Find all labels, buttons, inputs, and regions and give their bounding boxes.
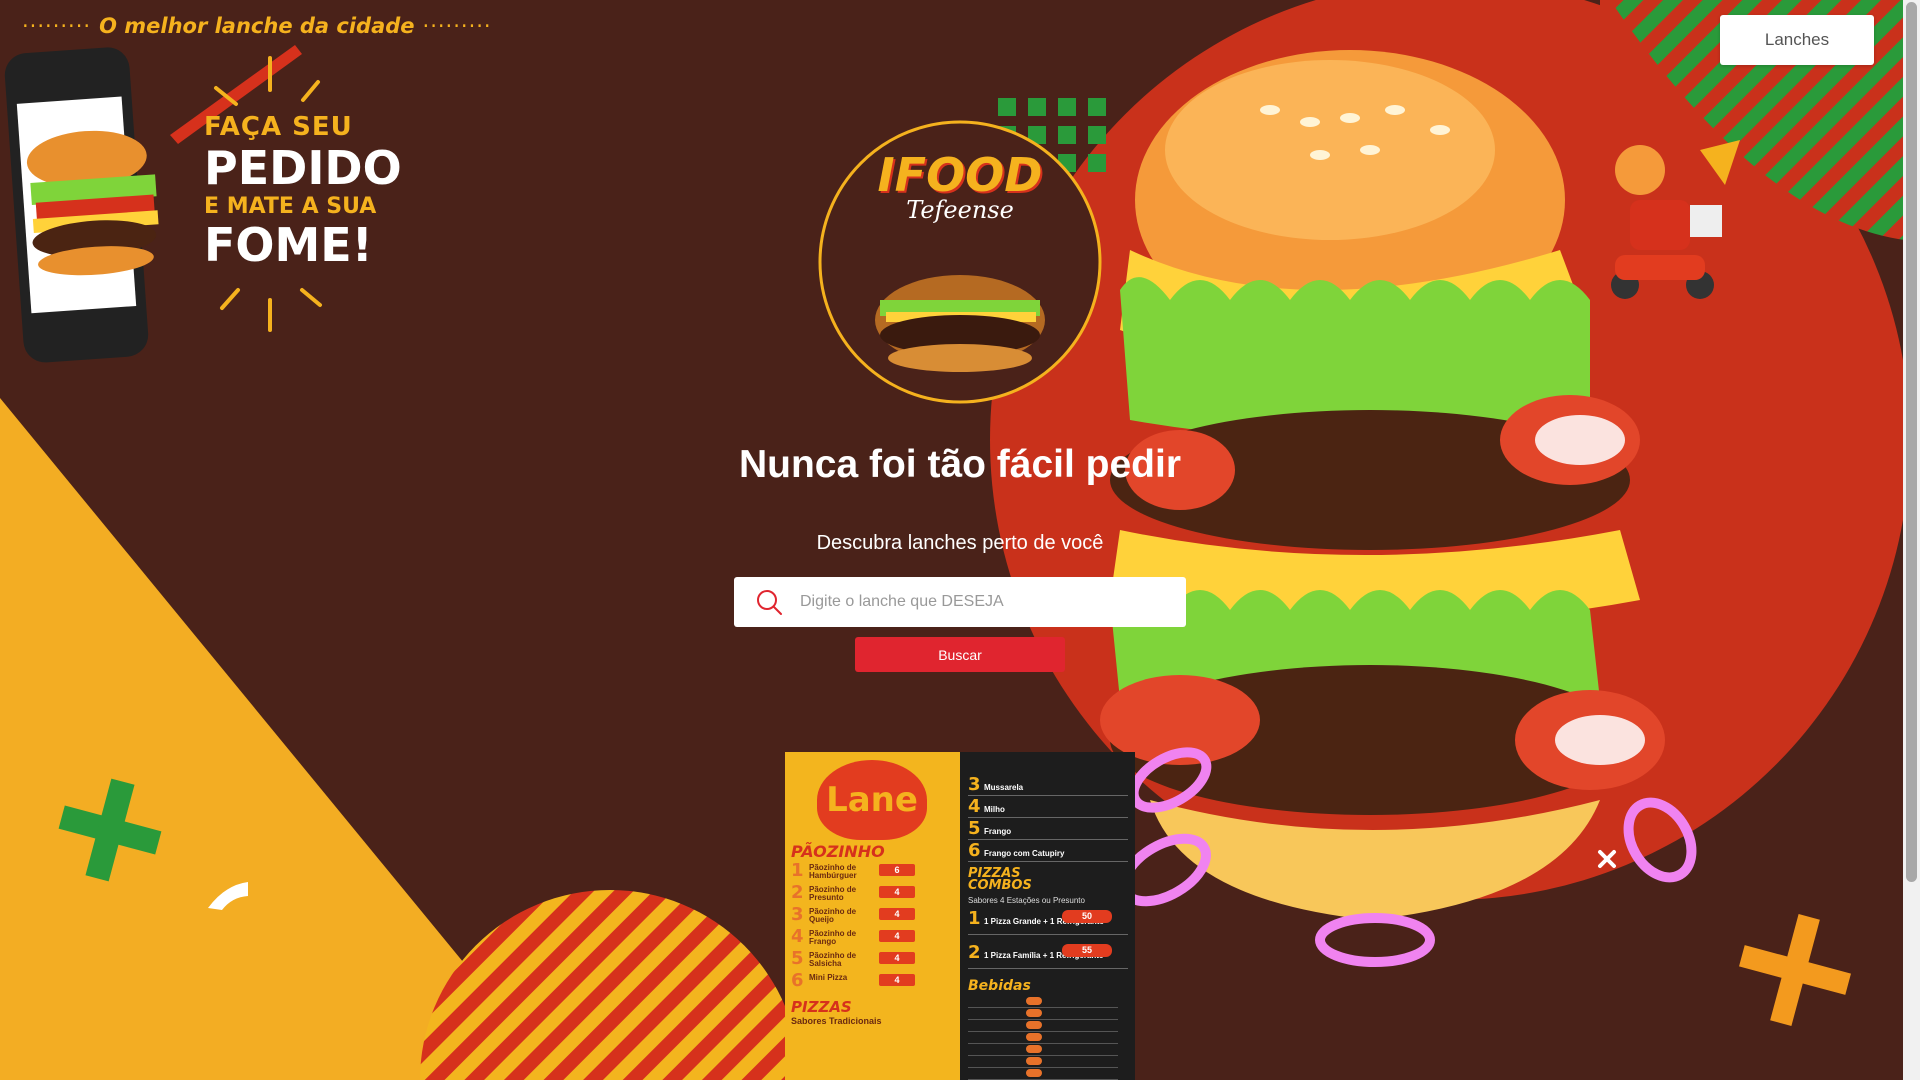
menu-beverage-row: [968, 1044, 1118, 1056]
menu-combo: 11 Pizza Grande + 1 Refrigerante 50: [968, 908, 1128, 935]
tagline: ········· O melhor lanche da cidade ······…: [14, 14, 500, 38]
search-icon: [757, 590, 782, 615]
menu-item: 6 Frango com Catupiry: [968, 840, 1128, 862]
menu-item: 3 Mussarela: [968, 774, 1128, 796]
menu-right-panel: 3 Mussarela 4 Milho 5 Frango 6 Frango com Ca…: [960, 752, 1135, 1080]
tagline-dots-right: ·········: [422, 14, 492, 38]
menu-brand-logo: Lane: [817, 760, 927, 840]
hero-title: Nunca foi tão fácil pedir: [738, 443, 1182, 486]
logo-brand: IFOOD: [877, 148, 1043, 202]
tagline-text: O melhor lanche da cidade: [99, 14, 415, 38]
menu-combo: 21 Pizza Família + 1 Refrigerante 55: [968, 942, 1128, 969]
menu-combos-subtitle: Sabores 4 Estações ou Presunto: [968, 896, 1085, 905]
menu-beverage-row: [968, 996, 1118, 1008]
menu-pizzas-subtitle: Sabores Tradicionais: [791, 1016, 882, 1026]
menu-section-combos: PIZZAS COMBOS: [968, 866, 1032, 893]
menu-section-pizzas: PIZZAS: [791, 998, 852, 1016]
menu-beverage-row: [968, 1020, 1118, 1032]
brand-logo: IFOOD Tefeense: [860, 148, 1060, 224]
menu-beverage-row: [968, 1068, 1118, 1080]
search-button[interactable]: Buscar: [855, 637, 1065, 672]
hero-subtitle: Descubra lanches perto de você: [816, 532, 1104, 554]
search-bar: [734, 577, 1186, 627]
menu-beverage-row: [968, 1008, 1118, 1020]
menu-section-paozinho: PÃOZINHO: [791, 842, 885, 861]
tagline-dots-left: ·········: [22, 14, 92, 38]
menu-item: 4 Pãozinho de Frango 4: [791, 926, 951, 948]
promo-banner: FAÇA SEU PEDIDO E MATE A SUA FOME!: [204, 112, 402, 271]
menu-item: 1 Pãozinho de Hambúrguer 6: [791, 860, 951, 882]
menu-item: 6 Mini Pizza 4: [791, 970, 951, 992]
menu-left-panel: Lane PÃOZINHO 1 Pãozinho de Hambúrguer 6 2…: [785, 752, 960, 1080]
menu-card-image: Lane PÃOZINHO 1 Pãozinho de Hambúrguer 6 2…: [785, 752, 1135, 1080]
menu-item: 3 Pãozinho de Queijo 4: [791, 904, 951, 926]
menu-section-bebidas: Bebidas: [968, 978, 1031, 994]
promo-line-1: FAÇA SEU: [204, 112, 353, 142]
promo-line-4: FOME!: [204, 218, 373, 272]
menu-beverage-row: [968, 1032, 1118, 1044]
menu-item: 2 Pãozinho de Presunto 4: [791, 882, 951, 904]
menu-item: 5 Frango: [968, 818, 1128, 840]
promo-line-2: PEDIDO: [204, 141, 402, 195]
menu-item: 4 Milho: [968, 796, 1128, 818]
promo-line-3: E MATE A SUA: [204, 194, 377, 219]
lanches-nav-button[interactable]: Lanches: [1720, 15, 1874, 65]
search-input[interactable]: [798, 592, 1162, 612]
menu-beverage-row: [968, 1056, 1118, 1068]
page-scrollbar-thumb[interactable]: [1906, 2, 1917, 882]
menu-item: 5 Pãozinho de Salsicha 4: [791, 948, 951, 970]
